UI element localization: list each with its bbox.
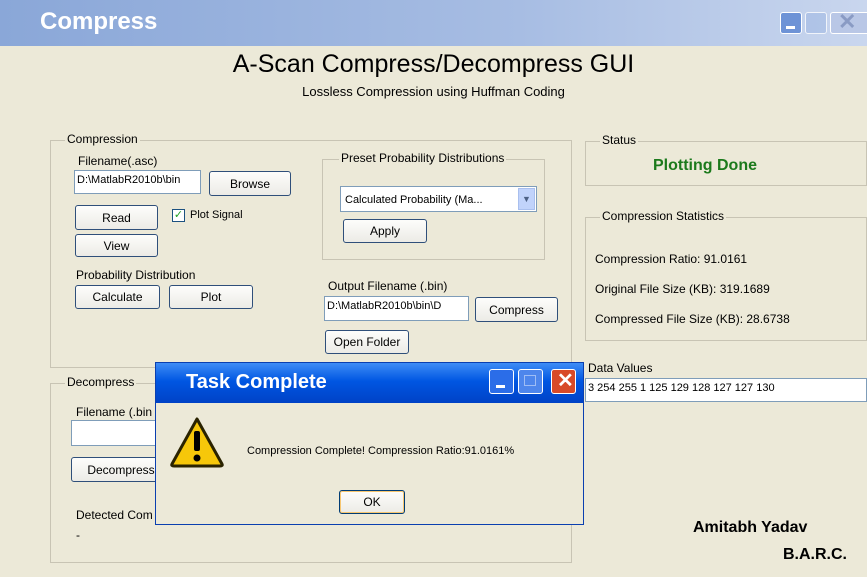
compression-legend: Compression	[65, 132, 140, 146]
preset-select[interactable]: Calculated Probability (Ma... ▼	[340, 186, 537, 212]
data-values-field[interactable]: 3 254 255 1 125 129 128 127 127 130	[585, 378, 867, 402]
preset-legend: Preset Probability Distributions	[339, 151, 507, 165]
open-folder-button[interactable]: Open Folder	[325, 330, 409, 354]
dialog-title: Task Complete	[186, 371, 327, 393]
compress-button[interactable]: Compress	[475, 297, 558, 322]
output-filename-input[interactable]: D:\MatlabR2010b\bin\D	[324, 296, 469, 321]
preset-select-value: Calculated Probability (Ma...	[345, 194, 483, 206]
status-legend: Status	[600, 133, 639, 147]
plot-button[interactable]: Plot	[169, 285, 253, 309]
detected-compression-value: -	[76, 528, 80, 542]
apply-button[interactable]: Apply	[343, 219, 427, 243]
compression-ratio-text: Compression Ratio: 91.0161	[595, 252, 748, 266]
probability-distribution-label: Probability Distribution	[76, 268, 196, 282]
dialog-message: Compression Complete! Compression Ratio:…	[247, 445, 515, 457]
plot-signal-label: Plot Signal	[190, 209, 243, 221]
output-filename-label: Output Filename (.bin)	[328, 279, 448, 293]
original-size-text: Original File Size (KB): 319.1689	[595, 282, 770, 296]
maximize-button[interactable]	[805, 12, 827, 34]
title-bar: Compress ✕	[0, 0, 867, 46]
organization-name: B.A.R.C.	[783, 546, 847, 563]
browse-button[interactable]: Browse	[209, 171, 291, 196]
filename-input[interactable]: D:\MatlabR2010b\bin	[74, 170, 201, 194]
plot-signal-checkbox[interactable]: ✓	[172, 209, 185, 222]
dialog-close-button[interactable]: ✕	[551, 369, 576, 394]
task-complete-dialog: Task Complete ✕ Compression Complete! Co…	[155, 362, 584, 525]
close-button[interactable]: ✕	[830, 9, 867, 34]
compressed-size-text: Compressed File Size (KB): 28.6738	[595, 312, 790, 326]
read-button[interactable]: Read	[75, 205, 158, 230]
decompress-legend: Decompress	[65, 375, 137, 389]
view-button[interactable]: View	[75, 234, 158, 257]
main-window: Compress ✕ A-Scan Compress/Decompress GU…	[0, 0, 867, 577]
calculate-button[interactable]: Calculate	[75, 285, 160, 309]
chevron-down-icon[interactable]: ▼	[518, 188, 535, 210]
ok-button[interactable]: OK	[339, 490, 405, 514]
close-icon: ✕	[838, 9, 857, 34]
page-title: A-Scan Compress/Decompress GUI	[232, 50, 635, 78]
filename-label: Filename(.asc)	[78, 154, 158, 168]
stats-legend: Compression Statistics	[600, 209, 727, 223]
dialog-minimize-button[interactable]	[489, 369, 514, 394]
minimize-button[interactable]	[780, 12, 802, 34]
decompress-filename-label: Filename (.bin	[76, 405, 153, 419]
page-subtitle: Lossless Compression using Huffman Codin…	[302, 84, 565, 99]
detected-compression-label: Detected Com	[76, 508, 153, 522]
close-icon: ✕	[557, 370, 574, 392]
dialog-maximize-button[interactable]	[518, 369, 543, 394]
status-text: Plotting Done	[653, 157, 757, 174]
author-name: Amitabh Yadav	[693, 519, 808, 536]
window-title: Compress	[40, 8, 158, 35]
warning-icon	[170, 417, 224, 468]
data-values-label: Data Values	[588, 361, 653, 375]
dialog-title-bar: Task Complete ✕	[156, 363, 583, 403]
